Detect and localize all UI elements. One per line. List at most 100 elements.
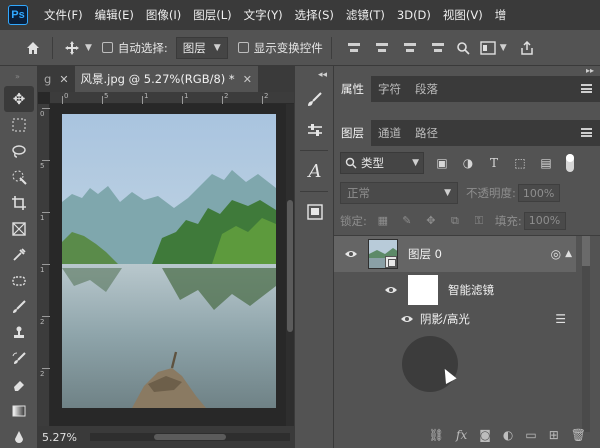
eraser-tool-icon[interactable] [4,372,34,398]
filter-type-icon[interactable]: T [486,155,502,171]
scrollbar-thumb[interactable] [582,236,590,266]
history-brush-icon[interactable] [4,346,34,372]
show-transform-checkbox[interactable] [237,42,249,53]
opacity-input[interactable]: 100% [517,184,560,202]
new-layer-icon[interactable]: ⊞ [549,428,559,442]
workspace-icon[interactable] [478,40,498,55]
zoom-level[interactable]: 5.27% [38,431,86,444]
visibility-eye-icon[interactable] [342,247,360,261]
menu-layer[interactable]: 图层(L) [187,0,237,30]
adjustments-icon[interactable] [301,116,329,144]
chevron-up-icon[interactable]: ▲ [565,249,572,259]
home-icon[interactable] [22,37,44,59]
horizontal-scrollbar[interactable] [90,433,290,441]
quick-select-tool-icon[interactable] [4,164,34,190]
crop-tool-icon[interactable] [4,190,34,216]
landscape-photo[interactable] [62,114,276,408]
tab-paragraph[interactable]: 段落 [408,76,445,102]
vertical-scrollbar[interactable] [286,104,294,426]
menu-select[interactable]: 选择(S) [289,0,340,30]
document-tab-active[interactable]: 风景.jpg @ 5.27%(RGB/8) * ✕ [74,66,258,92]
scrollbar-thumb[interactable] [154,434,226,440]
smart-filter-icon[interactable]: ◎ [551,247,561,261]
tab-channels[interactable]: 通道 [371,120,408,146]
new-group-icon[interactable]: ▭ [525,428,536,442]
image-panel-icon[interactable] [301,198,329,226]
layers-scrollbar[interactable] [582,236,590,432]
document-tab-previous[interactable]: g ✕ [38,66,75,92]
menu-filter[interactable]: 滤镜(T) [340,0,391,30]
panel-collapse-icon[interactable]: ▸▸ [334,66,600,76]
layer-name[interactable]: 图层 0 [408,246,442,262]
tab-paths[interactable]: 路径 [408,120,445,146]
auto-select-checkbox[interactable] [101,42,113,53]
visibility-eye-icon[interactable] [382,283,400,297]
filter-pixel-icon[interactable]: ▣ [434,155,450,171]
menu-file[interactable]: 文件(F) [38,0,89,30]
stamp-tool-icon[interactable] [4,320,34,346]
panel-expand-icon[interactable]: ◂◂ [295,66,333,84]
lasso-tool-icon[interactable] [4,138,34,164]
fill-input[interactable]: 100% [523,211,566,230]
search-icon[interactable] [454,41,472,55]
layer-filter-dropdown[interactable]: 类型 ▼ [340,152,424,174]
lock-image-icon[interactable]: ✎ [399,213,415,229]
marquee-tool-icon[interactable] [4,112,34,138]
tab-character[interactable]: 字符 [371,76,408,102]
filter-toggle[interactable] [566,154,574,172]
filter-mask-thumbnail[interactable] [408,275,438,305]
blend-mode-dropdown[interactable]: 正常 ▼ [340,182,458,204]
lock-all-icon[interactable]: ⚿ [471,213,487,229]
add-mask-icon[interactable]: ◙ [479,428,491,442]
link-layers-icon[interactable]: ⛓ [429,428,444,442]
menu-view[interactable]: 视图(V) [437,0,489,30]
filter-smart-object-icon[interactable]: ▤ [538,155,554,171]
move-tool-icon[interactable]: ✥ [4,86,34,112]
brush-settings-icon[interactable] [301,86,329,114]
lock-position-icon[interactable]: ✥ [423,213,439,229]
delete-layer-icon[interactable]: 🗑 [571,428,586,442]
character-panel-icon[interactable]: A [301,157,329,185]
menu-edit[interactable]: 编辑(E) [89,0,140,30]
chevron-down-icon[interactable]: ▼ [500,43,507,53]
lock-artboard-icon[interactable]: ⧉ [447,213,463,229]
auto-select-dropdown[interactable]: 图层 ▼ [175,36,228,59]
close-icon[interactable]: ✕ [243,73,252,86]
align-bottom-icon[interactable] [401,39,419,57]
filter-row[interactable]: 阴影/高光 ☰ [334,308,576,330]
filter-blending-options-icon[interactable]: ☰ [555,312,566,326]
adjustment-layer-icon[interactable]: ◐ [503,428,513,442]
menu-plugins[interactable]: 增 [489,0,513,30]
panel-menu-icon[interactable] [581,128,592,137]
menu-3d[interactable]: 3D(D) [391,0,437,30]
scrollbar-thumb[interactable] [287,200,293,332]
share-icon[interactable] [517,40,537,55]
visibility-eye-icon[interactable] [398,312,416,326]
blur-tool-icon[interactable] [4,424,34,448]
filter-shape-icon[interactable]: ⬚ [512,155,528,171]
layer-style-icon[interactable]: fx [456,428,467,442]
layer-row[interactable]: 图层 0 ◎ ▲ [334,236,576,272]
menu-image[interactable]: 图像(I) [140,0,187,30]
chevron-down-icon[interactable]: ▼ [85,43,92,53]
eyedropper-tool-icon[interactable] [4,242,34,268]
menu-type[interactable]: 文字(Y) [238,0,289,30]
horizontal-ruler[interactable]: 0 5 1 1 2 2 [50,92,294,104]
move-tool-icon[interactable] [61,37,83,59]
lock-transparency-icon[interactable]: ▦ [375,213,391,229]
healing-tool-icon[interactable] [4,268,34,294]
smart-filters-row[interactable]: 智能滤镜 [334,272,576,308]
gradient-tool-icon[interactable] [4,398,34,424]
filter-name[interactable]: 阴影/高光 [420,311,470,327]
close-icon[interactable]: ✕ [59,73,68,86]
panel-menu-icon[interactable] [581,84,592,93]
align-top-icon[interactable] [345,39,363,57]
tab-properties[interactable]: 属性 [334,76,371,102]
align-middle-icon[interactable] [373,39,391,57]
panel-grip[interactable]: » [0,66,37,86]
brush-tool-icon[interactable] [4,294,34,320]
tab-layers[interactable]: 图层 [334,120,371,146]
align-left-icon[interactable] [429,39,447,57]
filter-adjustment-icon[interactable]: ◑ [460,155,476,171]
vertical-ruler[interactable]: 0 5 1 1 2 2 [38,104,50,426]
